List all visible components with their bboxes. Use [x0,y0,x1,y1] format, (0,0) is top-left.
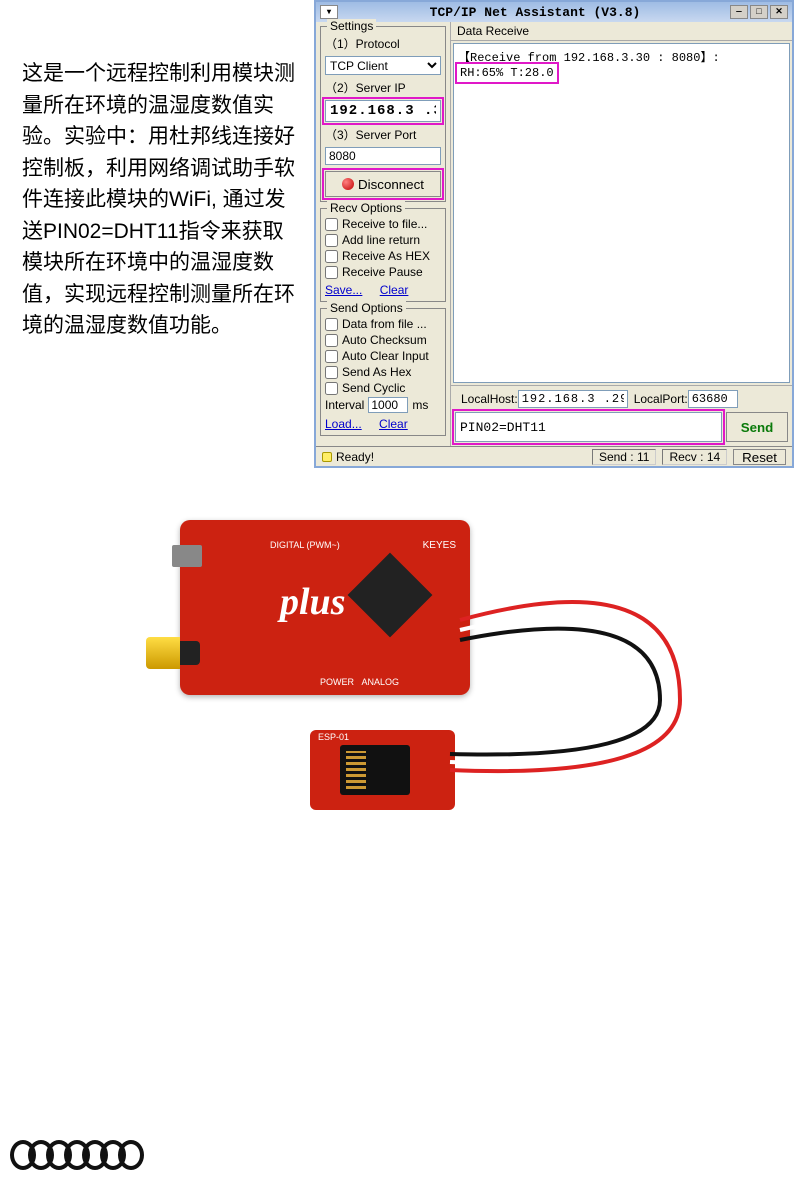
send-load-link[interactable]: Load... [325,417,362,431]
ready-label: Ready! [336,450,374,464]
close-button[interactable]: ✕ [770,5,788,19]
send-cyclic-checkbox[interactable]: Send Cyclic [325,381,441,395]
send-button[interactable]: Send [726,412,788,442]
minimize-button[interactable]: — [730,5,748,19]
mcu-chip [348,553,433,638]
esp-antenna [346,751,366,789]
app-icon[interactable]: ▾ [320,5,338,19]
localhost-input[interactable] [518,390,628,408]
net-assistant-window: ▾ TCP/IP Net Assistant (V3.8) — □ ✕ Sett… [314,0,794,468]
left-panel: Settings （1）Protocol TCP Client （2）Serve… [316,22,451,446]
recv-count: Recv : 14 [662,449,727,465]
localhost-label: LocalHost: [461,392,518,406]
interval-unit: ms [412,398,428,412]
receive-pause-checkbox[interactable]: Receive Pause [325,265,441,279]
recv-clear-link[interactable]: Clear [380,283,409,297]
recv-options-title: Recv Options [327,201,405,215]
send-options-title: Send Options [327,301,406,315]
ready-icon [322,452,332,462]
settings-title: Settings [327,19,376,33]
recv-save-link[interactable]: Save... [325,283,362,297]
esp01-module: ESP-01 [310,730,455,810]
data-receive-textarea[interactable]: 【Receive from 192.168.3.30 : 8080】: RH:6… [453,43,790,383]
receive-as-hex-checkbox[interactable]: Receive As HEX [325,249,441,263]
send-options-group: Send Options Data from file ... Auto Che… [320,308,446,436]
auto-checksum-checkbox[interactable]: Auto Checksum [325,333,441,347]
protocol-label: （1）Protocol [325,35,441,52]
add-line-return-checkbox[interactable]: Add line return [325,233,441,247]
description-text: 这是一个远程控制利用模块测量所在环境的温湿度数值实验。实验中：用杜邦线连接好控制… [22,58,302,342]
send-count: Send : 11 [592,449,657,465]
server-ip-input[interactable] [325,100,441,122]
disconnect-label: Disconnect [358,177,424,192]
server-port-input[interactable] [325,147,441,165]
usb-jack [172,545,202,567]
esp-label: ESP-01 [318,732,349,742]
server-port-label: （3）Server Port [325,126,441,143]
hardware-photo: KEYES DIGITAL (PWM~) POWER ANALOG ESP-01 [0,500,800,800]
maximize-button[interactable]: □ [750,5,768,19]
recv-options-group: Recv Options Receive to file... Add line… [320,208,446,302]
send-as-hex-checkbox[interactable]: Send As Hex [325,365,441,379]
interval-label: Interval [325,398,364,412]
power-label: POWER ANALOG [320,677,399,687]
recv-source-line: 【Receive from 192.168.3.30 : 8080】: [458,48,785,65]
recv-data-line: RH:65% T:28.0 [458,65,556,81]
recv-to-file-checkbox[interactable]: Receive to file... [325,217,441,231]
status-dot-icon [342,178,354,190]
protocol-select[interactable]: TCP Client [325,56,441,75]
interval-input[interactable] [368,397,408,413]
localport-label: LocalPort: [634,392,688,406]
server-ip-label: （2）Server IP [325,79,441,96]
localport-input[interactable] [688,390,738,408]
auto-clear-input-checkbox[interactable]: Auto Clear Input [325,349,441,363]
disconnect-button[interactable]: Disconnect [325,171,441,197]
settings-group: Settings （1）Protocol TCP Client （2）Serve… [320,26,446,202]
coiled-cable [10,1140,160,1180]
arduino-board: KEYES DIGITAL (PWM~) POWER ANALOG [180,520,470,695]
esp-chip [340,745,410,795]
data-from-file-checkbox[interactable]: Data from file ... [325,317,441,331]
reset-button[interactable]: Reset [733,449,786,465]
status-bar: Ready! Send : 11 Recv : 14 Reset [316,446,792,466]
digital-label: DIGITAL (PWM~) [270,540,340,550]
power-plug [146,637,180,669]
window-title: TCP/IP Net Assistant (V3.8) [342,5,728,20]
keyes-logo: KEYES [423,540,456,551]
send-clear-link[interactable]: Clear [379,417,408,431]
send-text-input[interactable] [455,412,722,442]
data-receive-header: Data Receive [451,22,792,41]
right-panel: Data Receive 【Receive from 192.168.3.30 … [451,22,792,446]
titlebar[interactable]: ▾ TCP/IP Net Assistant (V3.8) — □ ✕ [316,2,792,22]
